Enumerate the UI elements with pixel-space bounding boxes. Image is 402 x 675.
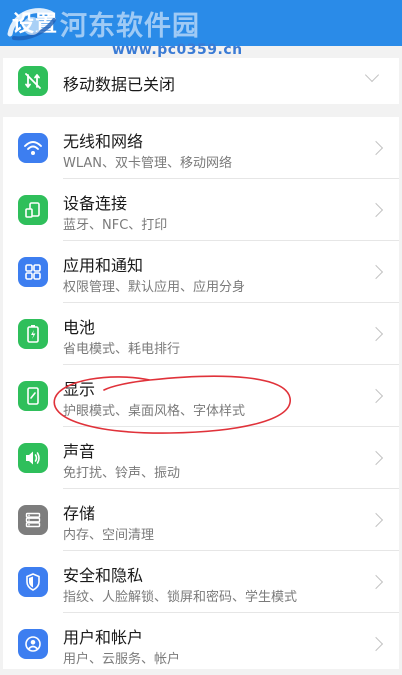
settings-item-device-connection[interactable]: 设备连接 蓝牙、NFC、打印 [3,179,399,241]
chevron-right-icon [368,140,384,156]
device-connection-icon [18,195,48,225]
mobile-data-row[interactable]: 移动数据已关闭 [3,58,399,104]
watermark-url: www.pc0359.cn [112,42,243,58]
settings-item-security-privacy[interactable]: 安全和隐私 指纹、人脸解锁、锁屏和密码、学生模式 [3,551,399,613]
display-icon [18,381,48,411]
settings-item-wireless-network[interactable]: 无线和网络 WLAN、双卡管理、移动网络 [3,117,399,179]
shield-icon [18,567,48,597]
settings-item-subtitle: WLAN、双卡管理、移动网络 [63,156,233,171]
settings-item-title: 显示 [63,380,96,399]
settings-item-title: 应用和通知 [63,256,144,275]
settings-item-subtitle: 护眼模式、桌面风格、字体样式 [63,404,246,419]
settings-item-subtitle: 指纹、人脸解锁、锁屏和密码、学生模式 [63,590,298,605]
chevron-right-icon [368,574,384,590]
settings-item-subtitle: 用户、云服务、帐户 [63,652,181,667]
wifi-icon [18,133,48,163]
chevron-right-icon [368,636,384,652]
watermark-site-name: 河东软件园 [60,11,200,42]
settings-item-users-accounts[interactable]: 用户和帐户 用户、云服务、帐户 [3,613,399,675]
settings-item-title: 存储 [63,504,96,523]
settings-item-title: 电池 [63,318,96,337]
battery-icon [18,319,48,349]
settings-item-display[interactable]: 显示 护眼模式、桌面风格、字体样式 [3,365,399,427]
chevron-right-icon [368,326,384,342]
settings-item-title: 用户和帐户 [63,628,144,647]
settings-item-subtitle: 蓝牙、NFC、打印 [63,218,168,233]
settings-item-title: 安全和隐私 [63,566,144,585]
watermark-logo-icon [7,8,56,41]
settings-item-subtitle: 内存、空间清理 [63,528,155,543]
settings-item-subtitle: 权限管理、默认应用、应用分身 [63,280,246,295]
chevron-right-icon [368,450,384,466]
chevron-right-icon [368,512,384,528]
user-account-icon [18,629,48,659]
settings-item-sound[interactable]: 声音 免打扰、铃声、振动 [3,427,399,489]
settings-item-subtitle: 省电模式、耗电排行 [63,342,181,357]
mobile-data-card: 移动数据已关闭 [3,58,399,104]
sound-icon [18,443,48,473]
settings-item-subtitle: 免打扰、铃声、振动 [63,466,181,481]
chevron-down-icon [364,67,380,83]
mobile-data-off-icon [18,66,48,96]
settings-item-title: 声音 [63,442,96,461]
chevron-right-icon [368,388,384,404]
chevron-right-icon [368,202,384,218]
settings-item-battery[interactable]: 电池 省电模式、耗电排行 [3,303,399,365]
mobile-data-label: 移动数据已关闭 [63,75,176,94]
settings-item-storage[interactable]: 存储 内存、空间清理 [3,489,399,551]
settings-list: 无线和网络 WLAN、双卡管理、移动网络 设备连接 蓝牙、NFC、打印 应用和通… [3,117,399,669]
settings-item-title: 无线和网络 [63,132,144,151]
storage-icon [18,505,48,535]
settings-item-apps-notifications[interactable]: 应用和通知 权限管理、默认应用、应用分身 [3,241,399,303]
settings-item-title: 设备连接 [63,194,128,213]
apps-icon [18,257,48,287]
chevron-right-icon [368,264,384,280]
